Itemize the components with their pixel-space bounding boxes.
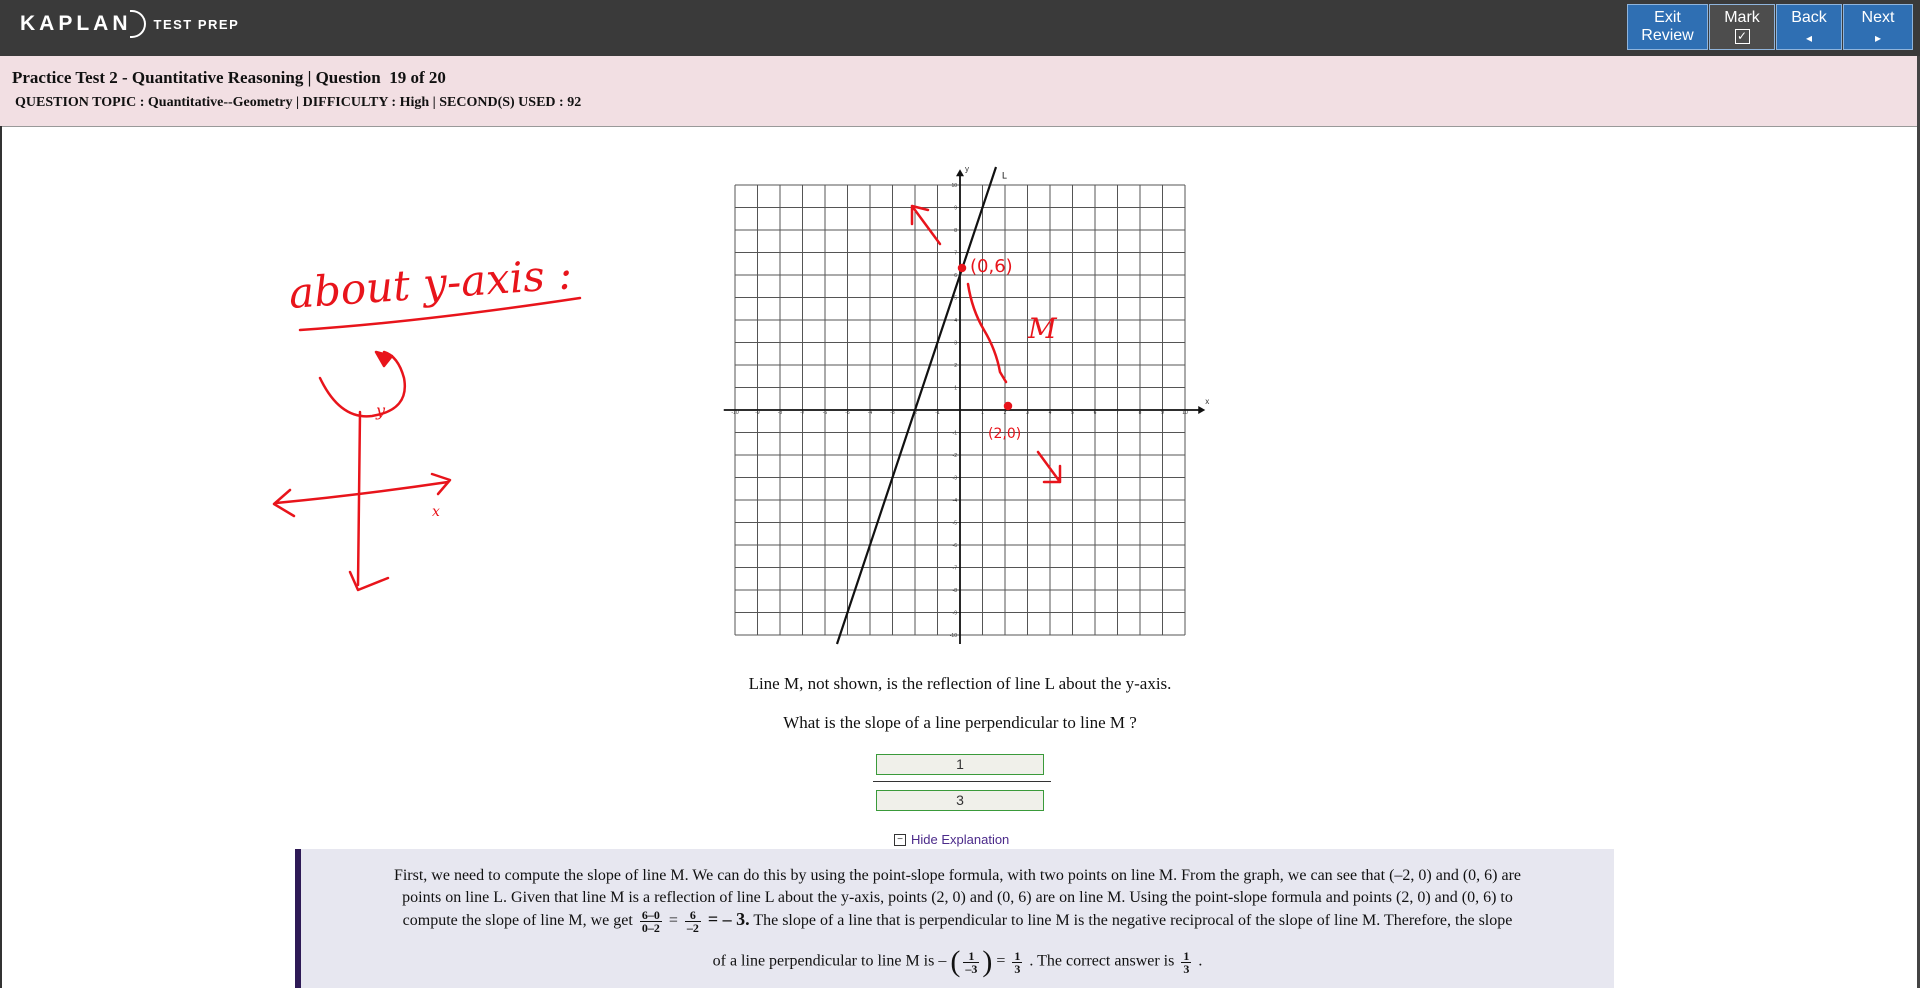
sketch-rotation-arrow [318, 350, 407, 418]
line-M-sketch [966, 282, 1008, 384]
explanation-line-3a: compute the slope of line M, we get [402, 912, 633, 930]
slope-result: = – 3. [707, 909, 750, 930]
about-y-axis-note: about y-axis : [287, 249, 573, 318]
fraction-1-over-3: 13 [1012, 948, 1023, 976]
question-prompt: What is the slope of a line perpendicula… [783, 713, 1137, 732]
left-paren: ( [950, 945, 961, 978]
sketch-y-axis [356, 410, 362, 587]
point-2-0-label: (2,0) [988, 426, 1021, 442]
arrow-up-left [910, 204, 942, 246]
fraction-6-0-over-0-2: 6–0 0–2 [639, 908, 662, 935]
fraction-6-over-neg2: 6 –2 [684, 908, 701, 935]
hide-explanation-toggle[interactable]: − Hide Explanation [894, 832, 1009, 847]
point-0-6-dot [957, 263, 967, 273]
explanation-line-3: compute the slope of line M, we get 6–0 0… [301, 909, 1614, 934]
arrow-down-right [1036, 450, 1062, 484]
sketch-y-arrow-bottom [348, 570, 390, 592]
fraction-bar [873, 781, 1051, 782]
explanation-line-4: of a line perpendicular to line M is – (… [301, 945, 1614, 979]
hide-explanation-label: Hide Explanation [911, 832, 1010, 847]
sketch-x-label: x [432, 504, 440, 520]
collapse-icon: − [894, 833, 906, 846]
explanation-line-3b: The slope of a line that is perpendicula… [753, 912, 1513, 930]
question-statement: Line M, not shown, is the reflection of … [748, 674, 1172, 693]
answer-fraction: 13 [1181, 948, 1192, 976]
point-2-0-dot [1003, 401, 1013, 411]
denominator-input[interactable]: 3 [876, 790, 1044, 811]
explanation-panel: First, we need to compute the slope of l… [295, 849, 1614, 988]
period: . [1198, 952, 1203, 970]
line-M-label: M [1027, 312, 1058, 345]
right-paren: ) [982, 945, 993, 978]
numerator-input[interactable]: 1 [876, 754, 1044, 775]
fraction-1-over-neg3: 1 –3 [963, 948, 980, 976]
explanation-line-1: First, we need to compute the slope of l… [393, 867, 1522, 884]
explanation-line-4a: of a line perpendicular to line M is – [712, 952, 947, 970]
explanation-line-2: points on line L. Given that line M is a… [402, 889, 1513, 906]
explanation-line-4b: . The correct answer is [1029, 952, 1175, 970]
equals-sign: = [668, 912, 678, 930]
sketch-x-axis [274, 480, 450, 505]
point-0-6-label: (0,6) [970, 256, 1013, 277]
sketch-y-label: y [375, 401, 386, 420]
equals-sign-2: = [996, 952, 1006, 970]
